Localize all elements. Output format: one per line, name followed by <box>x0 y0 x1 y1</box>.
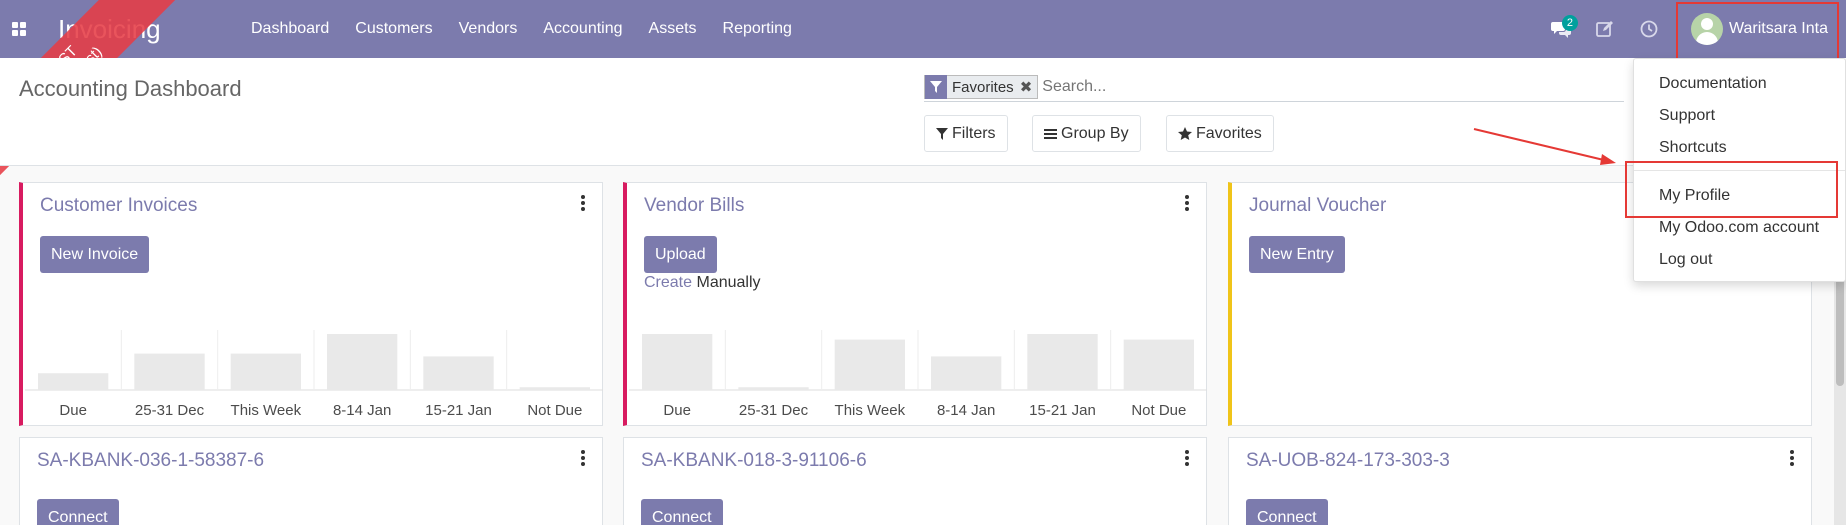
journal-card-bank-1: SA-KBANK-036-1-58387-6 Connect <box>19 437 603 525</box>
chart-bar[interactable] <box>327 334 398 390</box>
filters-button[interactable]: Filters <box>924 115 1008 152</box>
new-entry-button[interactable]: New Entry <box>1249 236 1345 273</box>
remove-facet-icon[interactable]: ✖ <box>1018 78 1038 96</box>
app-brand[interactable]: Invoicing <box>58 14 238 45</box>
card-options-icon[interactable] <box>1182 195 1192 211</box>
new-invoice-button[interactable]: New Invoice <box>40 236 150 273</box>
search-facet: Favorites ✖ <box>924 75 1039 99</box>
card-title[interactable]: SA-UOB-824-173-303-3 <box>1246 450 1450 472</box>
menu-vendors[interactable]: Vendors <box>446 0 531 58</box>
menu-customers[interactable]: Customers <box>342 0 445 58</box>
chart-tick-label: Not Due <box>1131 402 1186 419</box>
notes-button[interactable] <box>1583 0 1627 58</box>
chart-bar[interactable] <box>834 339 905 390</box>
annotation-box-user <box>1676 2 1839 60</box>
connect-button[interactable]: Connect <box>641 499 723 525</box>
chart-tick-label: This Week <box>835 402 906 419</box>
journal-card-bank-2: SA-KBANK-018-3-91106-6 Connect <box>623 437 1207 525</box>
menu-item-odoo-account[interactable]: My Odoo.com account <box>1659 219 1819 237</box>
apps-menu-button[interactable] <box>0 0 38 58</box>
create-link[interactable]: Create <box>644 274 692 291</box>
chart-tick-label: Due <box>663 402 691 419</box>
chart-bar[interactable] <box>1123 339 1194 390</box>
control-panel: Accounting Dashboard Favorites ✖ Filters… <box>0 58 1846 166</box>
menu-dashboard[interactable]: Dashboard <box>238 0 342 58</box>
chart-tick-label: 8-14 Jan <box>333 402 391 419</box>
menu-assets[interactable]: Assets <box>636 0 710 58</box>
journal-card-vendor-bills: Vendor Bills Upload Create Manually Due 2… <box>623 182 1207 426</box>
messages-button[interactable]: 2 <box>1539 0 1583 58</box>
filter-icon <box>936 127 948 140</box>
upload-button[interactable]: Upload <box>644 236 717 273</box>
card-title[interactable]: SA-KBANK-036-1-58387-6 <box>37 450 264 472</box>
create-manually-text: Manually <box>696 274 761 291</box>
scrollbar-thumb[interactable] <box>1836 266 1844 386</box>
chart-bar[interactable] <box>38 373 109 390</box>
activities-button[interactable] <box>1627 0 1671 58</box>
menu-item-support[interactable]: Support <box>1659 107 1715 125</box>
create-manually-line: Create Manually <box>644 274 761 292</box>
menu-item-shortcuts[interactable]: Shortcuts <box>1659 139 1727 157</box>
edit-icon <box>1596 21 1613 37</box>
menu-accounting[interactable]: Accounting <box>530 0 635 58</box>
favorites-button[interactable]: Favorites <box>1166 115 1274 152</box>
chart-bar[interactable] <box>1027 334 1098 390</box>
chart-bar[interactable] <box>519 387 590 390</box>
scrollbar[interactable] <box>1834 248 1846 525</box>
chart-bar[interactable] <box>931 356 1002 390</box>
invoices-bar-chart: Due 25-31 Dec This Week 8-14 Jan 15-21 Jan No… <box>25 330 603 419</box>
chart-tick-label: This Week <box>231 402 302 419</box>
card-options-icon[interactable] <box>578 450 588 466</box>
bills-bar-chart: Due 25-31 Dec This Week 8-14 Jan 15-21 Jan No… <box>629 330 1207 419</box>
grid-icon <box>12 22 26 36</box>
card-options-icon[interactable] <box>1787 450 1797 466</box>
card-title[interactable]: Customer Invoices <box>40 195 197 217</box>
groupby-button[interactable]: Group By <box>1032 115 1141 152</box>
chart-bar[interactable] <box>642 334 713 390</box>
star-icon <box>1178 127 1192 140</box>
search-bar: Favorites ✖ <box>924 73 1624 102</box>
card-title[interactable]: Vendor Bills <box>644 195 744 217</box>
chart-bar[interactable] <box>738 387 809 390</box>
annotation-box-my-profile <box>1625 161 1838 218</box>
search-input[interactable] <box>1042 78 1543 96</box>
favorites-label: Favorites <box>1196 124 1262 142</box>
card-options-icon[interactable] <box>1182 450 1192 466</box>
filters-label: Filters <box>952 124 996 142</box>
facet-label: Favorites <box>952 78 1014 96</box>
messages-count-badge: 2 <box>1561 15 1578 31</box>
chart-tick-label: Due <box>59 402 87 419</box>
chart-tick-label: 15-21 Jan <box>425 402 492 419</box>
clock-icon <box>1640 20 1658 38</box>
groupby-label: Group By <box>1061 124 1129 142</box>
menu-item-log-out[interactable]: Log out <box>1659 251 1712 269</box>
chart-tick-label: Not Due <box>527 402 582 419</box>
chart-tick-label: 8-14 Jan <box>937 402 995 419</box>
chart-bar[interactable] <box>134 353 205 390</box>
chart-bar[interactable] <box>230 353 301 390</box>
card-title[interactable]: Journal Voucher <box>1249 195 1386 217</box>
list-icon <box>1044 128 1057 140</box>
chart-tick-label: 25-31 Dec <box>135 402 205 419</box>
chart-tick-label: 25-31 Dec <box>739 402 809 419</box>
chart-tick-label: 15-21 Jan <box>1029 402 1096 419</box>
top-navbar: Invoicing Dashboard Customers Vendors Ac… <box>0 0 1846 58</box>
menu-reporting[interactable]: Reporting <box>710 0 805 58</box>
journal-card-bank-3: SA-UOB-824-173-303-3 Connect <box>1228 437 1812 525</box>
card-options-icon[interactable] <box>578 195 588 211</box>
page-title: Accounting Dashboard <box>19 76 242 101</box>
menu-item-documentation[interactable]: Documentation <box>1659 75 1767 93</box>
journal-card-customer-invoices: Customer Invoices New Invoice Due 25-31 D… <box>19 182 603 426</box>
connect-button[interactable]: Connect <box>37 499 119 525</box>
main-menu: Dashboard Customers Vendors Accounting A… <box>238 0 805 58</box>
chart-bar[interactable] <box>423 356 494 390</box>
filter-icon <box>925 75 947 99</box>
connect-button[interactable]: Connect <box>1246 499 1328 525</box>
card-title[interactable]: SA-KBANK-018-3-91106-6 <box>641 450 867 472</box>
